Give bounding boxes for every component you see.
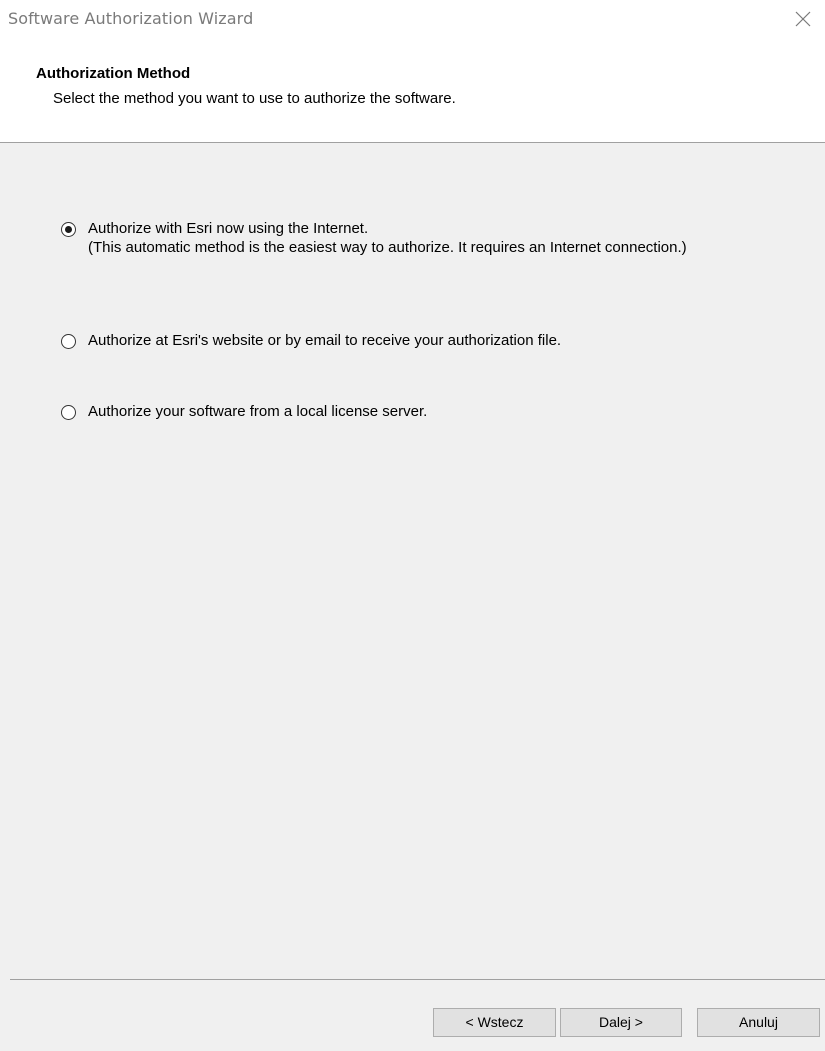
back-button[interactable]: < Wstecz	[433, 1008, 556, 1037]
close-icon	[795, 11, 811, 27]
close-button[interactable]	[779, 0, 825, 38]
radio-button-selected[interactable]	[61, 222, 76, 237]
radio-dot	[65, 226, 72, 233]
footer-divider	[10, 979, 825, 980]
option-label: Authorize your software from a local lic…	[88, 403, 428, 420]
radio-button[interactable]	[61, 334, 76, 349]
title-bar: Software Authorization Wizard	[0, 0, 825, 38]
cancel-button[interactable]: Anuluj	[697, 1008, 820, 1037]
option-label: Authorize at Esri's website or by email …	[88, 332, 562, 349]
page-subtitle: Select the method you want to use to aut…	[53, 90, 456, 107]
radio-button[interactable]	[61, 405, 76, 420]
header-divider	[0, 142, 825, 143]
page-title: Authorization Method	[36, 65, 191, 82]
option-description: (This automatic method is the easiest wa…	[88, 239, 687, 256]
next-button[interactable]: Dalej >	[560, 1008, 682, 1037]
window-title: Software Authorization Wizard	[8, 9, 254, 28]
option-label: Authorize with Esri now using the Intern…	[88, 220, 369, 237]
wizard-header: Authorization Method Select the method y…	[0, 38, 825, 142]
